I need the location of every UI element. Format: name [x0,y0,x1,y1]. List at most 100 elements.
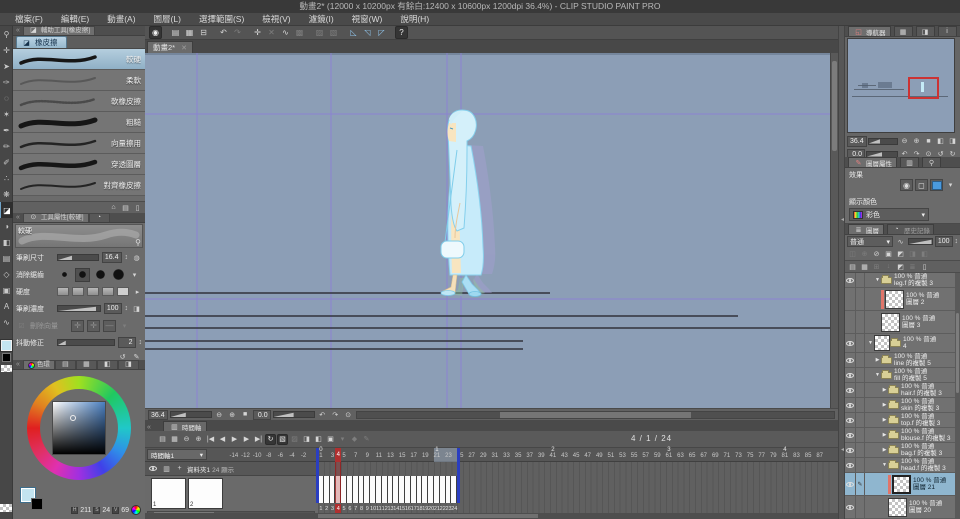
expand-arrow-icon[interactable]: ▼ [867,340,874,346]
keyframe-icon[interactable]: ◆ [349,434,360,445]
eye-cell[interactable] [845,398,856,412]
rotate-right-icon[interactable]: ↷ [330,409,341,420]
tool-property-tab[interactable]: ⊙ 工具屬性[較硬] [22,213,89,222]
close-icon[interactable]: ✕ [181,44,187,52]
opacity-value[interactable]: 100 [934,236,953,247]
move-tool[interactable]: ✛ [0,42,13,58]
new-cel-icon[interactable]: ▦ [169,434,180,445]
layer-thumbnail[interactable] [874,335,890,351]
rgb-mode-icon[interactable] [131,505,141,515]
stabilization-slider[interactable] [57,339,115,346]
tab-animation-cels[interactable]: ▥ [900,157,919,167]
layer-row-10[interactable]: ▶ 100 % 普通 blouse.f 的複製 3 [845,428,955,443]
eye-cell[interactable] [845,428,856,442]
create-mask-icon[interactable]: ◩ [895,261,906,272]
navigator-preview[interactable] [847,38,955,133]
layer-row-3[interactable]: 100 % 普通 圖層 3 [845,311,955,334]
extract-line-icon[interactable] [930,179,943,191]
undo-icon[interactable]: ↶ [217,26,230,39]
playhead-line[interactable] [335,462,342,503]
figure-tool[interactable]: ◇ [0,266,13,282]
eye-icon[interactable] [846,481,854,487]
selection-tool[interactable]: ◌ [0,90,13,106]
pressure-icon[interactable]: ◍ [131,252,142,263]
eye-icon[interactable] [846,504,854,510]
hardness-4[interactable] [102,287,114,296]
add-cel-icon[interactable]: + [174,463,185,474]
ruler-visibility-icon[interactable]: ◨ [907,249,918,260]
opacity-slider[interactable] [908,238,933,245]
rotation-value[interactable]: 0.0 [252,409,271,420]
eye-icon[interactable] [846,417,854,423]
panel-splitter[interactable]: ◂ ◂ [838,26,845,519]
playback-end-marker[interactable] [457,448,461,503]
canvas-area[interactable] [145,53,838,408]
new-layer-folder-icon[interactable]: ▦ [859,261,870,272]
import-subtool-icon[interactable]: ⌂ [108,202,119,213]
subtool-item-7[interactable]: 對齊橡皮擦 [13,175,145,196]
transfer-down-icon[interactable]: ⊞ [871,261,882,272]
new-file-icon[interactable]: ▤ [169,26,182,39]
background-color-swatch[interactable] [2,353,11,362]
text-tool[interactable]: A [0,298,13,314]
reset-rotation-icon[interactable]: ⊙ [343,409,354,420]
eye-cell[interactable] [845,368,856,382]
tab-layers[interactable]: ≣ 圖層 [848,224,884,235]
menu-item-4[interactable]: 選擇範圍(S) [190,13,253,25]
layer-row-7[interactable]: ▶ 100 % 普通 hair.f 的複製 3 [845,383,955,398]
stepper-icon[interactable]: ↕ [125,254,129,261]
menu-item-7[interactable]: 視窗(W) [343,13,392,25]
help-icon[interactable]: ? [395,26,408,39]
zoom-out-icon[interactable]: ⊖ [214,409,225,420]
eye-cell[interactable] [845,288,856,310]
collapse-icon[interactable]: « [13,361,23,368]
tab-navigator[interactable]: ◱ 導航器 [848,26,891,37]
color-wheel-tab[interactable]: 色環 [22,360,55,369]
eye-cell[interactable] [845,383,856,397]
navigator-zoom-slider[interactable] [867,137,898,145]
chevron-down-icon[interactable]: ▾ [129,269,140,280]
antialias-weak[interactable] [75,267,90,282]
open-file-icon[interactable]: ▦ [183,26,196,39]
tab-item-bank[interactable]: ◨ [915,26,935,36]
hardness-2[interactable] [72,287,84,296]
antialias-none[interactable] [57,268,72,282]
eye-cell[interactable] [845,473,856,495]
eye-icon[interactable] [149,466,157,471]
layer-row-13[interactable]: ✎ 100 % 普通 圖層 21 [845,473,955,496]
display-color-dropdown[interactable]: 彩色 ▾ [849,208,929,221]
eye-cell[interactable] [845,496,856,518]
stepper-icon[interactable]: ↕ [139,339,143,346]
frame-rate-icon[interactable]: ▣ [325,434,336,445]
enable-mask-icon[interactable]: ◩ [895,249,906,260]
subtool-item-3[interactable]: 軟橡皮擦 [13,91,145,112]
layer-row-1[interactable]: ▼ 100 % 普通 leg.f 的複製 3 [845,273,955,288]
timeline-ruler[interactable]: 時間軸1 ▾ -14 -12 -10 -8 -6 -4 -2 1 3 5 7 9 11 13 15 17 19 2… [145,447,838,462]
stepper-icon[interactable]: ↕ [955,238,959,245]
expand-arrow-icon[interactable]: ▶ [881,432,888,438]
timeline-horizontal-scrollbar[interactable] [145,513,838,519]
subtool-item-5[interactable]: 向量擦用 [13,133,145,154]
saturation-value-square[interactable] [52,401,106,455]
fill-1-icon[interactable]: ▨ [313,26,326,39]
layer-color-icon[interactable]: ◧ [919,249,930,260]
add-subtool-icon[interactable]: ▤ [120,202,131,213]
color-slider-tab[interactable]: ▤ [54,360,76,369]
layer-thumbnail[interactable] [892,474,911,494]
auto-select-tool[interactable]: ✶ [0,106,13,122]
brush-size-value[interactable]: 16.4 [101,252,122,263]
playback-start-marker[interactable] [316,448,319,503]
nav-zoom-out-icon[interactable]: ⊖ [899,136,910,147]
canvas-tab[interactable]: 動畫2* ✕ [147,41,193,53]
nav-zoom-in-icon[interactable]: ⊕ [911,136,922,147]
layer-thumbnail[interactable] [885,289,904,309]
zoom-100-icon[interactable]: ■ [240,409,251,420]
collapse-icon[interactable]: « [13,27,23,34]
canvas-horizontal-scrollbar[interactable] [355,410,835,419]
cel-thumbnail-1[interactable]: 1 [151,478,186,509]
antialias-strong[interactable] [111,268,126,282]
subtool-item-4[interactable]: 粗糙 [13,112,145,133]
layer-row-8[interactable]: ▶ 100 % 普通 skin 的複製 3 [845,398,955,413]
eye-cell[interactable] [845,413,856,427]
stabilization-value[interactable]: 2 [117,337,136,348]
